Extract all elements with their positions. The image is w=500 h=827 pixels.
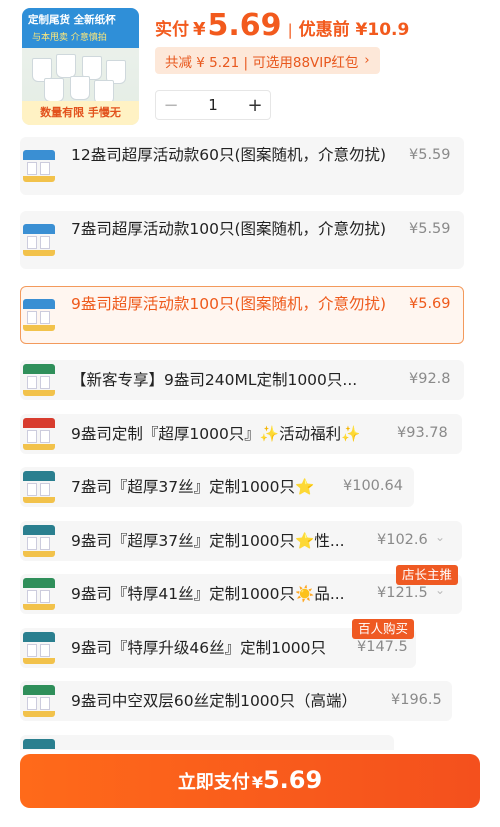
discount-pill[interactable]: 共减 ¥ 5.21 | 可选用88VIP红包 ›	[155, 47, 380, 74]
sku-name: 7盎司『超厚37丝』定制1000只⭐	[71, 478, 315, 496]
quantity-stepper: − 1 +	[155, 90, 271, 120]
sku-thumbnail	[23, 418, 55, 450]
bottom-pay-bar: 立即支付 ¥ 5.69	[0, 750, 500, 827]
featured-tag: 店长主推	[396, 565, 459, 585]
thumbnail-line1: 定制尾货 全新纸杯	[28, 14, 116, 26]
quantity-value[interactable]: 1	[186, 96, 240, 114]
thumbnail-line2: 与本甩卖 介意慎拍	[32, 33, 107, 43]
sku-option[interactable]: 【新客专享】9盎司240ML定制1000只... ¥92.8	[20, 360, 464, 400]
sku-name: 9盎司定制『超厚1000只』✨活动福利✨	[71, 425, 361, 443]
sku-name: 9盎司中空双层60丝定制1000只（高端）	[71, 692, 358, 710]
sku-thumbnail	[23, 578, 55, 610]
sku-thumbnail	[23, 150, 55, 182]
sku-option[interactable]: 9盎司『超厚37丝』定制1000只⭐性... ¥102.6 ⌄	[20, 521, 462, 561]
sku-price: ¥102.6	[377, 532, 428, 548]
pay-amount: 5.69	[207, 8, 282, 43]
currency-symbol: ¥	[193, 19, 206, 40]
thumbnail-cups-image	[32, 54, 130, 104]
sku-option[interactable]: 7盎司超厚活动款100只(图案随机，介意勿扰) ¥5.59	[20, 211, 464, 269]
sku-price: ¥5.69	[409, 296, 451, 312]
sku-name: 7盎司超厚活动款100只(图案随机，介意勿扰)	[71, 220, 387, 238]
sku-name: 9盎司超厚活动款100只(图案随机，介意勿扰)	[71, 295, 387, 313]
sku-name: 【新客专享】9盎司240ML定制1000只...	[71, 371, 358, 389]
sku-option-selected[interactable]: 9盎司超厚活动款100只(图案随机，介意勿扰) ¥5.69	[20, 286, 464, 344]
sku-option[interactable]: 9盎司定制『超厚1000只』✨活动福利✨ ¥93.78	[20, 414, 462, 454]
sku-name: 9盎司『特厚41丝』定制1000只☀️品...	[71, 585, 345, 603]
sku-thumbnail	[23, 525, 55, 557]
sku-name: 9盎司『超厚37丝』定制1000只⭐性...	[71, 532, 345, 550]
popular-tag: 百人购买	[352, 619, 415, 639]
sku-price: ¥93.78	[397, 425, 448, 441]
sku-thumbnail	[23, 471, 55, 503]
thumbnail-banner: 数量有限 手慢无	[22, 101, 139, 125]
discount-text: 共减 ¥ 5.21 | 可选用88VIP红包	[165, 54, 359, 71]
sku-price: ¥100.64	[343, 478, 403, 494]
pay-now-amount: 5.69	[262, 766, 323, 794]
chevron-down-icon[interactable]: ⌄	[435, 530, 445, 544]
sku-thumbnail	[23, 739, 55, 750]
sku-thumbnail	[23, 685, 55, 717]
sku-name: 9盎司『特厚升级46丝』定制1000只	[71, 639, 327, 657]
sku-price: ¥121.5	[377, 585, 428, 601]
sku-price: ¥5.59	[409, 221, 451, 237]
sku-thumbnail	[23, 224, 55, 256]
pay-now-button[interactable]: 立即支付 ¥ 5.69	[20, 754, 480, 808]
sku-price: ¥196.5	[391, 692, 442, 708]
sku-price: ¥92.8	[409, 371, 451, 387]
increase-button[interactable]: +	[240, 91, 270, 119]
sku-option[interactable]: 7盎司『超厚37丝』定制1000只⭐ ¥100.64	[20, 467, 414, 507]
sku-option[interactable]: 12盎司超厚活动款60只(图案随机，介意勿扰) ¥5.59	[20, 137, 464, 195]
pay-now-label: 立即支付	[177, 772, 250, 793]
sku-option[interactable]: 9盎司中空双层60丝定制1000只（高端） ¥196.5	[20, 681, 452, 721]
sku-price: ¥147.5	[357, 639, 408, 655]
sku-thumbnail	[23, 632, 55, 664]
sku-list[interactable]: 12盎司超厚活动款60只(图案随机，介意勿扰) ¥5.59 7盎司超厚活动款10…	[0, 128, 500, 750]
sku-thumbnail	[23, 299, 55, 331]
decrease-button[interactable]: −	[156, 91, 186, 119]
pay-label: 实付	[155, 20, 189, 40]
chevron-down-icon[interactable]: ⌄	[435, 583, 445, 597]
price-line: 实付 ¥ 5.69 | 优惠前 ¥10.9	[155, 8, 409, 46]
chevron-right-icon: ›	[364, 53, 370, 68]
product-thumbnail[interactable]: 定制尾货 全新纸杯 与本甩卖 介意慎拍 数量有限 手慢无	[22, 8, 139, 125]
sku-name: 12盎司超厚活动款60只(图案随机，介意勿扰)	[71, 146, 387, 164]
pay-now-currency: ¥	[251, 773, 263, 792]
sku-option-partial[interactable]	[20, 735, 394, 750]
product-header: 定制尾货 全新纸杯 与本甩卖 介意慎拍 数量有限 手慢无 实付 ¥ 5.69 |…	[0, 0, 500, 128]
sku-price: ¥5.59	[409, 147, 451, 163]
price-separator: |	[287, 21, 293, 39]
original-price: 优惠前 ¥10.9	[298, 20, 410, 40]
sku-thumbnail	[23, 364, 55, 396]
